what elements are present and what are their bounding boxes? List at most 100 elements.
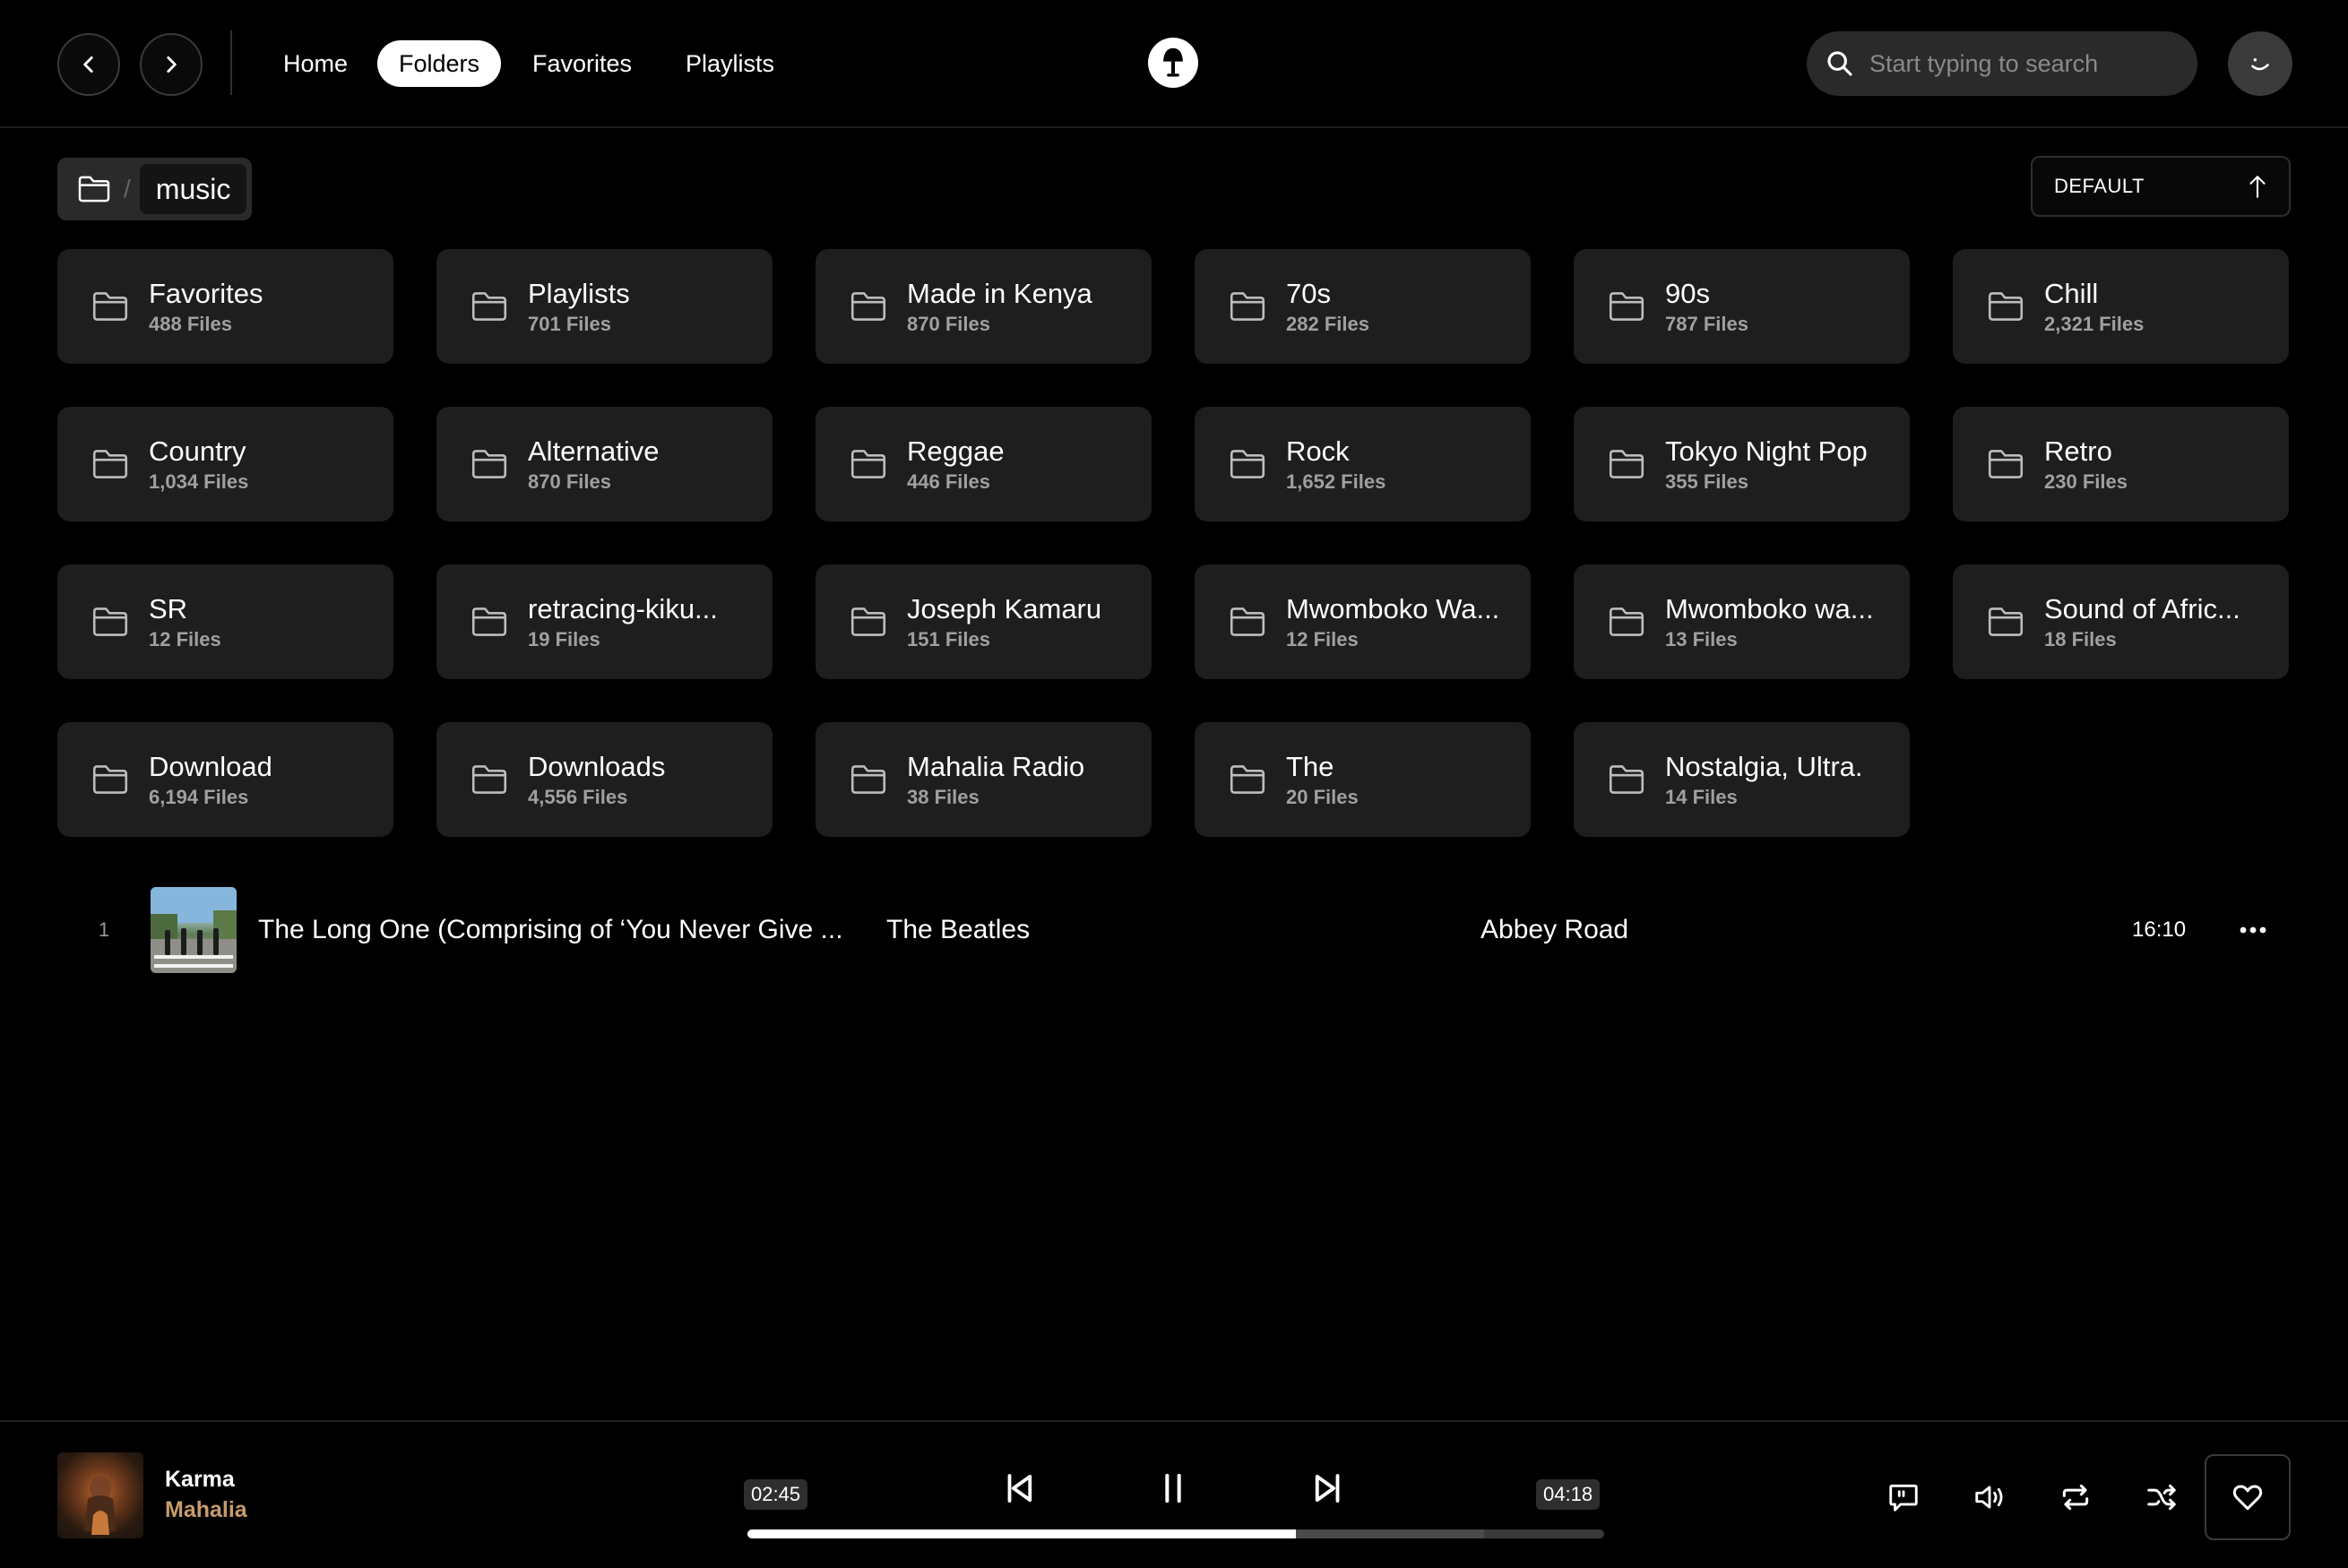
previous-button[interactable] <box>995 1461 1043 1515</box>
avatar[interactable] <box>2228 31 2292 96</box>
folder-card-3[interactable]: 70s 282 Files <box>1195 249 1531 364</box>
folder-card-22[interactable]: Nostalgia, Ultra. 14 Files <box>1574 722 1910 837</box>
folder-icon <box>1230 292 1265 321</box>
search-input[interactable] <box>1869 49 2174 78</box>
table-row[interactable]: 1 The Long One (Comprising of ‘You Never… <box>57 880 2291 980</box>
folder-file-count: 12 Files <box>149 627 221 650</box>
folder-icon <box>1609 765 1644 794</box>
folder-icon <box>1609 292 1644 321</box>
folder-card-1[interactable]: Playlists 701 Files <box>436 249 773 364</box>
folder-name: Rock <box>1286 435 1350 467</box>
back-button[interactable] <box>57 33 120 96</box>
skip-back-icon <box>1007 1474 1032 1503</box>
folder-card-19[interactable]: Downloads 4,556 Files <box>436 722 773 837</box>
folder-icon[interactable] <box>77 175 111 203</box>
folder-card-2[interactable]: Made in Kenya 870 Files <box>816 249 1152 364</box>
folder-file-count: 1,652 Files <box>1286 470 1386 493</box>
search-bar[interactable] <box>1807 31 2197 96</box>
nav-home[interactable]: Home <box>262 40 369 87</box>
folder-file-count: 4,556 Files <box>528 785 628 808</box>
forward-button[interactable] <box>140 33 203 96</box>
folder-file-count: 13 Files <box>1665 627 1738 650</box>
folder-icon <box>1988 450 2024 478</box>
nav-favorites[interactable]: Favorites <box>511 40 653 87</box>
folder-file-count: 488 Files <box>149 312 232 335</box>
folder-icon <box>850 450 886 478</box>
folder-card-4[interactable]: 90s 787 Files <box>1574 249 1910 364</box>
folder-card-5[interactable]: Chill 2,321 Files <box>1953 249 2289 364</box>
folder-icon <box>471 450 507 478</box>
folder-icon <box>1988 607 2024 636</box>
track-album[interactable]: Abbey Road <box>1480 915 1628 945</box>
folder-card-16[interactable]: Mwomboko wa... 13 Files <box>1574 564 1910 679</box>
folder-file-count: 19 Files <box>528 627 600 650</box>
app-logo[interactable] <box>1148 38 1198 88</box>
folder-card-14[interactable]: Joseph Kamaru 151 Files <box>816 564 1152 679</box>
seek-bar[interactable] <box>747 1529 1604 1538</box>
folder-file-count: 870 Files <box>907 312 990 335</box>
folder-card-7[interactable]: Alternative 870 Files <box>436 407 773 521</box>
now-playing-cover[interactable] <box>57 1452 143 1538</box>
folder-card-18[interactable]: Download 6,194 Files <box>57 722 393 837</box>
repeat-button[interactable] <box>2054 1476 2097 1519</box>
folder-card-17[interactable]: Sound of Afric... 18 Files <box>1953 564 2289 679</box>
nav-folders[interactable]: Folders <box>377 40 502 87</box>
folder-icon <box>1230 765 1265 794</box>
folder-grid: Favorites 488 Files Playlists 701 Files … <box>57 249 2289 837</box>
folder-icon <box>850 607 886 636</box>
sort-dropdown[interactable]: DEFAULT <box>2031 156 2291 217</box>
folder-name: The <box>1286 750 1334 782</box>
skip-forward-icon <box>1315 1474 1340 1503</box>
track-duration: 16:10 <box>2132 918 2187 942</box>
favorite-button[interactable] <box>2205 1454 2291 1540</box>
folder-file-count: 6,194 Files <box>149 785 249 808</box>
lyrics-icon <box>1889 1484 1918 1512</box>
more-horizontal-icon <box>2240 926 2266 934</box>
search-icon <box>1827 51 1852 76</box>
folder-card-8[interactable]: Reggae 446 Files <box>816 407 1152 521</box>
folder-card-21[interactable]: The 20 Files <box>1195 722 1531 837</box>
folder-name: retracing-kiku... <box>528 592 718 625</box>
breadcrumb-separator: / <box>124 175 131 202</box>
folder-file-count: 355 Files <box>1665 470 1748 493</box>
folder-file-count: 18 Files <box>2044 627 2117 650</box>
folder-name: Sound of Afric... <box>2044 592 2240 625</box>
now-playing-title[interactable]: Karma <box>165 1467 235 1493</box>
folder-card-12[interactable]: SR 12 Files <box>57 564 393 679</box>
folder-card-9[interactable]: Rock 1,652 Files <box>1195 407 1531 521</box>
folder-file-count: 20 Files <box>1286 785 1359 808</box>
folder-name: Nostalgia, Ultra. <box>1665 750 1863 782</box>
lyrics-button[interactable] <box>1882 1476 1925 1519</box>
arrow-up-icon[interactable] <box>2246 173 2269 200</box>
next-button[interactable] <box>1304 1461 1352 1515</box>
folder-card-0[interactable]: Favorites 488 Files <box>57 249 393 364</box>
folder-name: Chill <box>2044 277 2099 309</box>
folder-card-20[interactable]: Mahalia Radio 38 Files <box>816 722 1152 837</box>
pause-button[interactable] <box>1149 1461 1197 1515</box>
folder-name: 70s <box>1286 277 1331 309</box>
elapsed-time: 02:45 <box>744 1479 808 1510</box>
now-playing-artist[interactable]: Mahalia <box>165 1497 247 1523</box>
shuffle-button[interactable] <box>2140 1476 2183 1519</box>
folder-icon <box>1609 607 1644 636</box>
breadcrumb: / music <box>57 158 253 220</box>
folder-card-11[interactable]: Retro 230 Files <box>1953 407 2289 521</box>
breadcrumb-current[interactable]: music <box>139 164 247 214</box>
folder-card-15[interactable]: Mwomboko Wa... 12 Files <box>1195 564 1531 679</box>
folder-icon <box>1230 607 1265 636</box>
folder-card-10[interactable]: Tokyo Night Pop 355 Files <box>1574 407 1910 521</box>
folder-icon <box>471 292 507 321</box>
volume-button[interactable] <box>1968 1476 2011 1519</box>
folder-name: SR <box>149 592 188 625</box>
track-options-button[interactable] <box>2231 916 2275 944</box>
chevron-left-icon <box>83 56 93 73</box>
folder-name: Mwomboko wa... <box>1665 592 1874 625</box>
folder-card-6[interactable]: Country 1,034 Files <box>57 407 393 521</box>
track-artist[interactable]: The Beatles <box>886 915 1030 945</box>
nav-playlists[interactable]: Playlists <box>664 40 796 87</box>
chevron-right-icon <box>167 56 177 73</box>
folder-name: Made in Kenya <box>907 277 1092 309</box>
folder-file-count: 38 Files <box>907 785 980 808</box>
folder-card-13[interactable]: retracing-kiku... 19 Files <box>436 564 773 679</box>
folder-file-count: 151 Files <box>907 627 990 650</box>
